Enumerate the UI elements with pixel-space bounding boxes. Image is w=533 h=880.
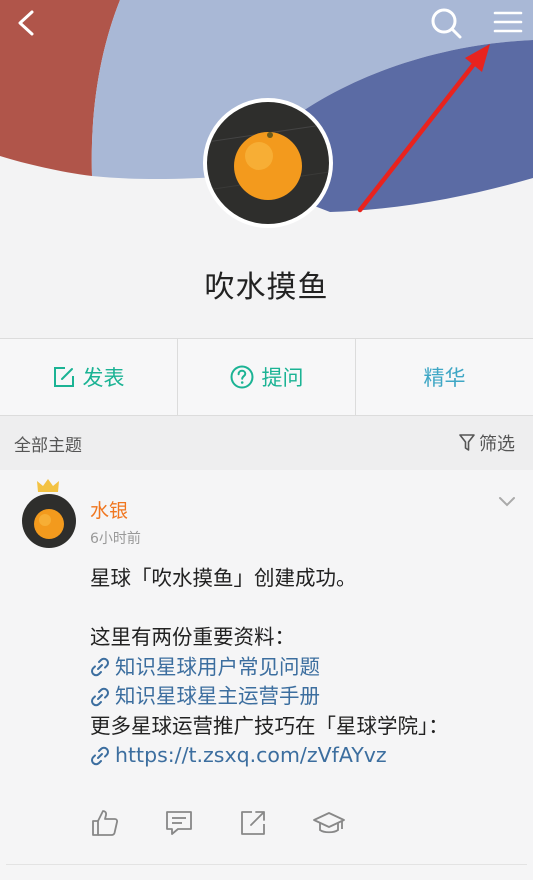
author-name[interactable]: 水银 [90,496,128,523]
post-more-button[interactable] [494,492,520,512]
link-icon [91,687,109,706]
group-actions-bar: 发表 提问 精华 [0,338,533,416]
filter-button[interactable]: 筛选 [459,430,515,456]
group-avatar-image [207,102,329,224]
ask-button[interactable]: 提问 [177,339,355,415]
faq-link-text: 知识星球用户常见问题 [115,654,320,679]
funnel-icon [459,434,475,451]
post-text-line: 更多星球运营推广技巧在「星球学院」： [90,713,449,738]
share-icon [241,811,265,835]
url-link[interactable]: https://t.zsxq.com/zVfAYvz [90,741,520,771]
comment-button[interactable] [164,808,194,838]
chevron-down-icon [499,497,515,507]
edit-icon [53,367,74,387]
question-circle-icon [230,365,253,389]
topic-post: 水银 6小时前 星球「吹水摸鱼」创建成功。 这里有两份重要资料： 知识星球用户常… [0,470,533,880]
link-icon [91,746,109,765]
post-button-label: 发表 [82,366,125,390]
post-text-line: 星球「吹水摸鱼」创建成功。 [90,566,357,590]
group-title: 吹水摸鱼 [204,270,329,305]
group-header: 吹水摸鱼 [0,0,533,338]
academy-icon [313,812,345,834]
group-avatar[interactable] [203,98,333,228]
author-avatar[interactable] [22,494,76,548]
faq-link[interactable]: 知识星球用户常见问题 [90,653,520,683]
post-text-line: 这里有两份重要资料： [90,625,295,649]
search-icon [431,8,462,39]
filter-button-label: 筛选 [479,434,515,455]
author-avatar-image [22,494,76,548]
like-icon [92,810,119,836]
handbook-link-text: 知识星球星主运营手册 [115,684,320,708]
ask-button-label: 提问 [261,366,304,390]
share-button[interactable] [238,808,268,838]
topic-filter-bar: 全部主题 筛选 [0,416,533,470]
essence-button-label: 精华 [423,366,466,390]
post-content: 星球「吹水摸鱼」创建成功。 这里有两份重要资料： 知识星球用户常见问题 知识星球… [90,564,520,771]
handbook-link[interactable]: 知识星球星主运营手册 [90,682,520,712]
orange-fruit-image [207,102,329,224]
like-button[interactable] [90,808,120,838]
hamburger-menu-icon [493,11,523,33]
post-action-bar [90,808,386,838]
chevron-left-icon [18,10,34,36]
essence-button[interactable]: 精华 [355,339,533,415]
url-link-text: https://t.zsxq.com/zVfAYvz [115,743,387,767]
post-button[interactable]: 发表 [0,339,177,415]
comment-icon [166,811,192,835]
academy-button[interactable] [312,808,345,838]
menu-button[interactable] [491,5,525,39]
post-time: 6小时前 [90,531,141,547]
all-topics-label: 全部主题 [14,435,82,456]
crown-icon [37,479,59,492]
search-button[interactable] [428,5,464,41]
link-icon [91,658,109,677]
post-divider [6,864,527,865]
back-button[interactable] [10,6,44,40]
